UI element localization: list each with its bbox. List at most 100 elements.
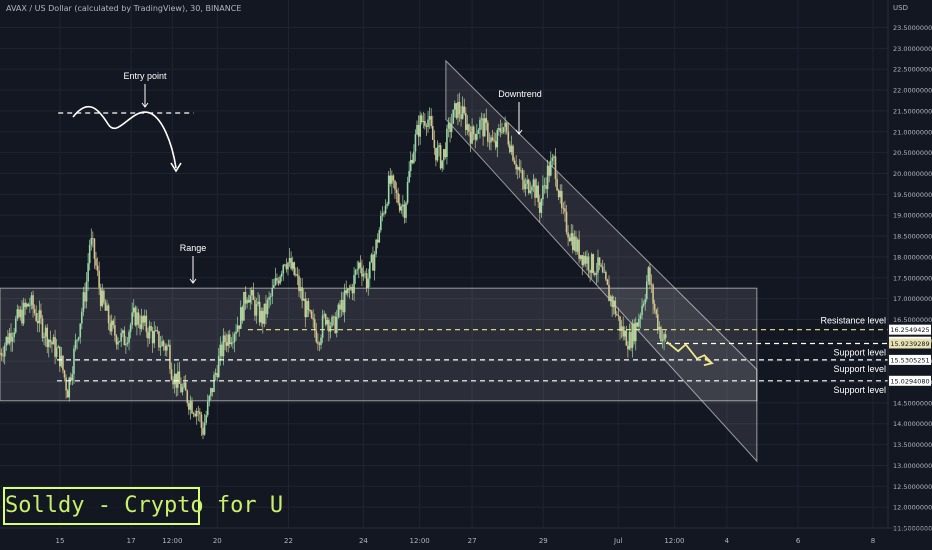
candle-body <box>537 185 539 203</box>
candle-body <box>46 327 49 348</box>
time-tick-label: 24 <box>359 537 368 545</box>
candle-body <box>573 236 576 251</box>
time-tick-label: 22 <box>284 537 293 545</box>
candle-body <box>257 301 259 304</box>
candle-body <box>191 401 193 414</box>
candle-body <box>266 299 269 315</box>
candle-body <box>450 123 453 133</box>
candle-body <box>523 179 525 190</box>
candle-body <box>414 134 417 152</box>
candle-body <box>30 295 33 305</box>
candle-body <box>641 305 643 316</box>
candle-body <box>287 262 289 270</box>
candle-body <box>581 255 584 266</box>
candle-body <box>156 330 159 332</box>
candle-body <box>538 202 541 213</box>
price-tick-label: 16.5000000 <box>893 316 932 324</box>
candle-body <box>262 310 264 324</box>
candle-body <box>139 324 141 329</box>
candle-body <box>277 280 280 284</box>
candle-body <box>370 254 373 262</box>
candle-body <box>534 179 536 198</box>
candle-body <box>195 411 198 417</box>
candle-body <box>521 170 524 180</box>
candle-body <box>326 319 329 325</box>
candle-body <box>315 330 318 342</box>
candle-body <box>367 278 370 288</box>
candle-body <box>628 332 631 350</box>
time-tick-label: Jul <box>613 537 623 545</box>
price-axis[interactable]: 11.500000012.000000012.500000013.0000000… <box>887 0 932 550</box>
level-price-text: 15.0294080 <box>890 377 929 385</box>
candle-body <box>265 303 267 315</box>
candle-body <box>8 333 11 344</box>
candle-body <box>331 316 333 327</box>
price-tick-label: 18.0000000 <box>893 253 932 261</box>
candle-body <box>114 325 116 336</box>
level-label: Resistance level <box>820 316 886 326</box>
candle-body <box>439 145 442 169</box>
candle-body <box>285 264 288 270</box>
candle-body <box>128 331 130 343</box>
downtrend-label: Downtrend <box>498 89 542 99</box>
candle-body <box>24 302 26 308</box>
candle-body <box>457 101 459 118</box>
candle-body <box>288 257 291 263</box>
candle-body <box>203 422 206 435</box>
candle-body <box>323 314 325 316</box>
level-price-text: 16.2549425 <box>890 326 929 334</box>
candle-body <box>424 121 426 126</box>
candle-body <box>527 179 530 193</box>
candle-body <box>158 331 160 348</box>
price-tick-label: 22.5000000 <box>893 66 932 74</box>
candle-body <box>254 299 256 316</box>
candle-body <box>107 305 110 324</box>
price-tick-label: 23.5000000 <box>893 24 932 32</box>
candle-body <box>509 144 511 153</box>
candle-body <box>520 170 522 172</box>
candle-body <box>408 171 410 183</box>
candle-body <box>224 335 226 343</box>
time-tick-label: 20 <box>213 537 222 545</box>
entry-point-label: Entry point <box>123 71 167 81</box>
candle-body <box>634 322 637 342</box>
candle-body <box>584 255 587 264</box>
candle-body <box>235 331 237 335</box>
candle-body <box>549 160 552 176</box>
candle-body <box>419 115 421 137</box>
candle-body <box>19 309 22 318</box>
candle-body <box>186 390 189 404</box>
price-tick-label: 17.0000000 <box>893 295 932 303</box>
candle-body <box>93 238 96 259</box>
candle-body <box>477 130 480 134</box>
candle-body <box>575 236 577 252</box>
candle-body <box>230 342 233 345</box>
candle-body <box>219 344 222 356</box>
candle-body <box>274 278 277 286</box>
candle-body <box>40 310 42 319</box>
level-price-text: 15.9239289 <box>890 340 929 348</box>
candle-body <box>652 284 654 304</box>
candle-body <box>425 125 428 127</box>
time-tick-label: 17 <box>127 537 136 545</box>
candle-body <box>148 325 151 339</box>
candle-body <box>241 307 244 321</box>
candle-body <box>603 271 606 273</box>
candle-body <box>172 379 174 385</box>
candle-body <box>590 254 593 273</box>
candle-body <box>36 320 39 324</box>
candle-body <box>280 273 283 277</box>
candle-body <box>378 230 381 243</box>
candle-body <box>115 335 118 345</box>
candle-body <box>320 337 322 345</box>
candle-body <box>233 334 236 343</box>
candle-body <box>337 304 340 317</box>
candle-body <box>568 237 571 242</box>
candle-body <box>129 324 132 332</box>
price-chart[interactable]: Resistance level Support level Support lev… <box>0 0 932 550</box>
candle-body <box>496 130 499 148</box>
candle-body <box>542 185 544 200</box>
candle-body <box>106 305 108 311</box>
candle-body <box>284 264 286 266</box>
candle-body <box>479 119 481 131</box>
